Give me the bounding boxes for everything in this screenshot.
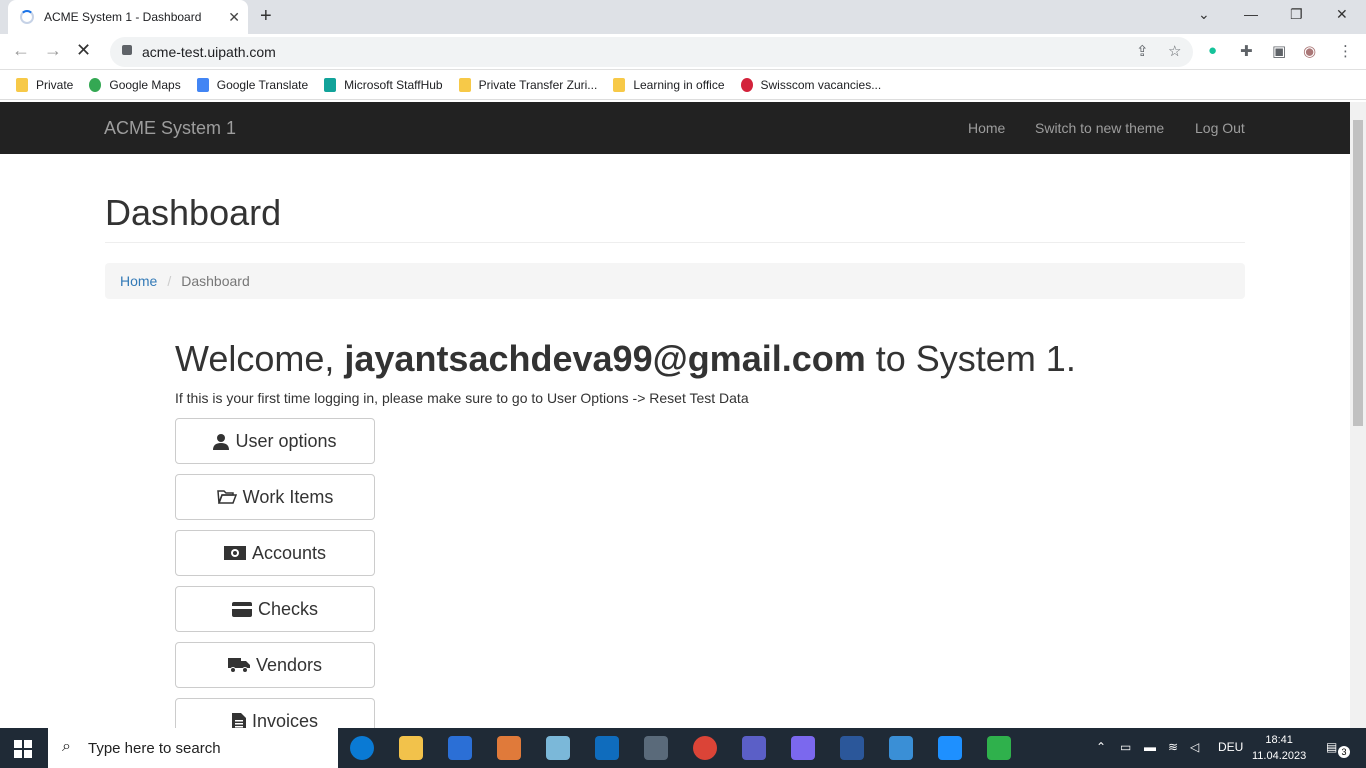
file-text-icon	[231, 712, 246, 728]
folder-icon	[16, 77, 28, 92]
translate-icon	[196, 77, 209, 92]
browser-toolbar: ← → ✕ acme-test.uipath.com ⇪ ☆ ● ✚ ▣ ◉ ⋮	[0, 34, 1366, 70]
restore-icon[interactable]: ❐	[1290, 6, 1303, 23]
media-player-icon[interactable]	[497, 736, 521, 760]
forward-icon[interactable]: →	[44, 40, 62, 61]
accounts-button[interactable]: Accounts	[175, 530, 375, 576]
extensions-icon[interactable]: ✚	[1240, 42, 1253, 60]
app-icon[interactable]	[546, 736, 570, 760]
breadcrumb: Home / Dashboard	[105, 263, 1245, 299]
bookmarks-bar: Private Google Maps Google Translate Mic…	[0, 70, 1366, 100]
work-items-button[interactable]: Work Items	[175, 474, 375, 520]
bookmark-microsoft-staffhub[interactable]: Microsoft StaffHub	[324, 77, 443, 92]
taskbar-clock[interactable]: 18:41 11.04.2023	[1252, 732, 1306, 764]
swisscom-icon	[740, 77, 753, 92]
store-icon[interactable]	[448, 736, 472, 760]
back-icon[interactable]: ←	[12, 40, 30, 61]
truck-icon	[227, 658, 250, 673]
welcome-heading: Welcome, jayantsachdeva99@gmail.com to S…	[175, 338, 1076, 379]
avatar[interactable]: ◉	[1303, 42, 1316, 60]
nav-logout-link[interactable]: Log Out	[1195, 120, 1245, 136]
folder-open-icon	[216, 490, 237, 504]
wifi-icon[interactable]: ≋	[1168, 740, 1178, 754]
page-title: Dashboard	[105, 192, 282, 233]
bookmark-star-icon[interactable]: ☆	[1168, 42, 1181, 60]
url-text: acme-test.uipath.com	[142, 44, 276, 60]
staffhub-icon	[324, 77, 337, 92]
credit-card-icon	[231, 601, 252, 617]
bookmark-google-translate[interactable]: Google Translate	[196, 77, 308, 92]
edge-icon[interactable]	[350, 736, 374, 760]
vendors-button[interactable]: Vendors	[175, 642, 375, 688]
chrome-icon[interactable]	[693, 736, 717, 760]
breadcrumb-separator: /	[167, 273, 172, 289]
language-indicator[interactable]: DEU	[1218, 740, 1243, 754]
chevron-up-icon[interactable]: ⌃	[1096, 740, 1106, 754]
app-icon-2[interactable]	[889, 736, 913, 760]
bookmark-private[interactable]: Private	[16, 77, 73, 92]
windows-start-icon[interactable]	[14, 740, 32, 758]
welcome-user-email: jayantsachdeva99@gmail.com	[344, 338, 866, 379]
breadcrumb-home-link[interactable]: Home	[120, 273, 157, 289]
page-scrollbar[interactable]	[1350, 102, 1366, 728]
nav-home-link[interactable]: Home	[968, 120, 1005, 136]
bookmark-google-maps[interactable]: Google Maps	[89, 77, 181, 92]
close-tab-icon[interactable]: ✕	[228, 9, 240, 26]
word-icon[interactable]	[840, 736, 864, 760]
bookmark-swisscom-vacancies[interactable]: Swisscom vacancies...	[740, 77, 881, 92]
calculator-icon[interactable]	[644, 736, 668, 760]
file-explorer-icon[interactable]	[399, 736, 423, 760]
close-window-icon[interactable]: ✕	[1336, 6, 1348, 23]
volume-icon[interactable]: ◁	[1190, 740, 1199, 754]
lock-icon	[122, 45, 132, 55]
address-bar[interactable]: acme-test.uipath.com	[110, 37, 1193, 67]
notification-icon[interactable]: ▤	[1326, 740, 1337, 754]
minimize-icon[interactable]: —	[1244, 6, 1258, 22]
user-icon	[213, 433, 230, 450]
tab-acme-dashboard[interactable]: ACME System 1 - Dashboard ✕	[8, 0, 248, 34]
folder-icon	[613, 77, 626, 92]
outlook-icon[interactable]	[595, 736, 619, 760]
checks-button[interactable]: Checks	[175, 586, 375, 632]
first-login-note: If this is your first time logging in, p…	[175, 390, 749, 406]
battery-icon[interactable]: ▬	[1144, 740, 1156, 754]
teams-icon[interactable]	[742, 736, 766, 760]
site-navbar: ACME System 1 Home Switch to new theme L…	[0, 102, 1350, 154]
folder-icon	[458, 77, 471, 92]
nav-switch-theme-link[interactable]: Switch to new theme	[1035, 120, 1164, 136]
share-icon[interactable]: ⇪	[1136, 42, 1149, 60]
map-pin-icon	[89, 77, 102, 92]
scrollbar-thumb[interactable]	[1353, 120, 1363, 426]
menu-icon[interactable]: ⋮	[1338, 42, 1353, 60]
windows-taskbar: ⌕ Type here to search ⌃ ▭ ▬ ≋ ◁ DEU 18:4…	[0, 728, 1366, 768]
tab-title: ACME System 1 - Dashboard	[44, 10, 202, 24]
chevron-down-icon[interactable]: ⌄	[1198, 6, 1210, 23]
bookmark-private-transfer[interactable]: Private Transfer Zuri...	[458, 77, 597, 92]
breadcrumb-current: Dashboard	[181, 273, 250, 289]
side-panel-icon[interactable]: ▣	[1272, 42, 1286, 60]
copilot-icon[interactable]	[791, 736, 815, 760]
tab-strip: ACME System 1 - Dashboard ✕ + ⌄ — ❐ ✕	[0, 0, 1366, 34]
invoices-button[interactable]: Invoices	[175, 698, 375, 728]
taskbar-search-box[interactable]: ⌕ Type here to search	[48, 728, 338, 768]
stop-loading-icon[interactable]: ✕	[76, 40, 91, 61]
money-icon	[223, 546, 246, 560]
user-options-button[interactable]: User options	[175, 418, 375, 464]
meet-icon[interactable]: ▭	[1120, 740, 1131, 754]
search-icon: ⌕	[62, 738, 71, 755]
title-divider	[105, 242, 1245, 243]
staffhub-taskbar-icon[interactable]	[938, 736, 962, 760]
page-content: ACME System 1 Home Switch to new theme L…	[0, 102, 1350, 728]
uipath-player-icon[interactable]	[987, 736, 1011, 760]
notification-count-badge: 3	[1338, 746, 1350, 758]
new-tab-icon[interactable]: +	[260, 5, 272, 28]
grammarly-icon[interactable]: ●	[1208, 42, 1217, 59]
site-brand[interactable]: ACME System 1	[104, 118, 236, 139]
loading-icon	[20, 10, 34, 24]
bookmark-learning-in-office[interactable]: Learning in office	[613, 77, 725, 92]
